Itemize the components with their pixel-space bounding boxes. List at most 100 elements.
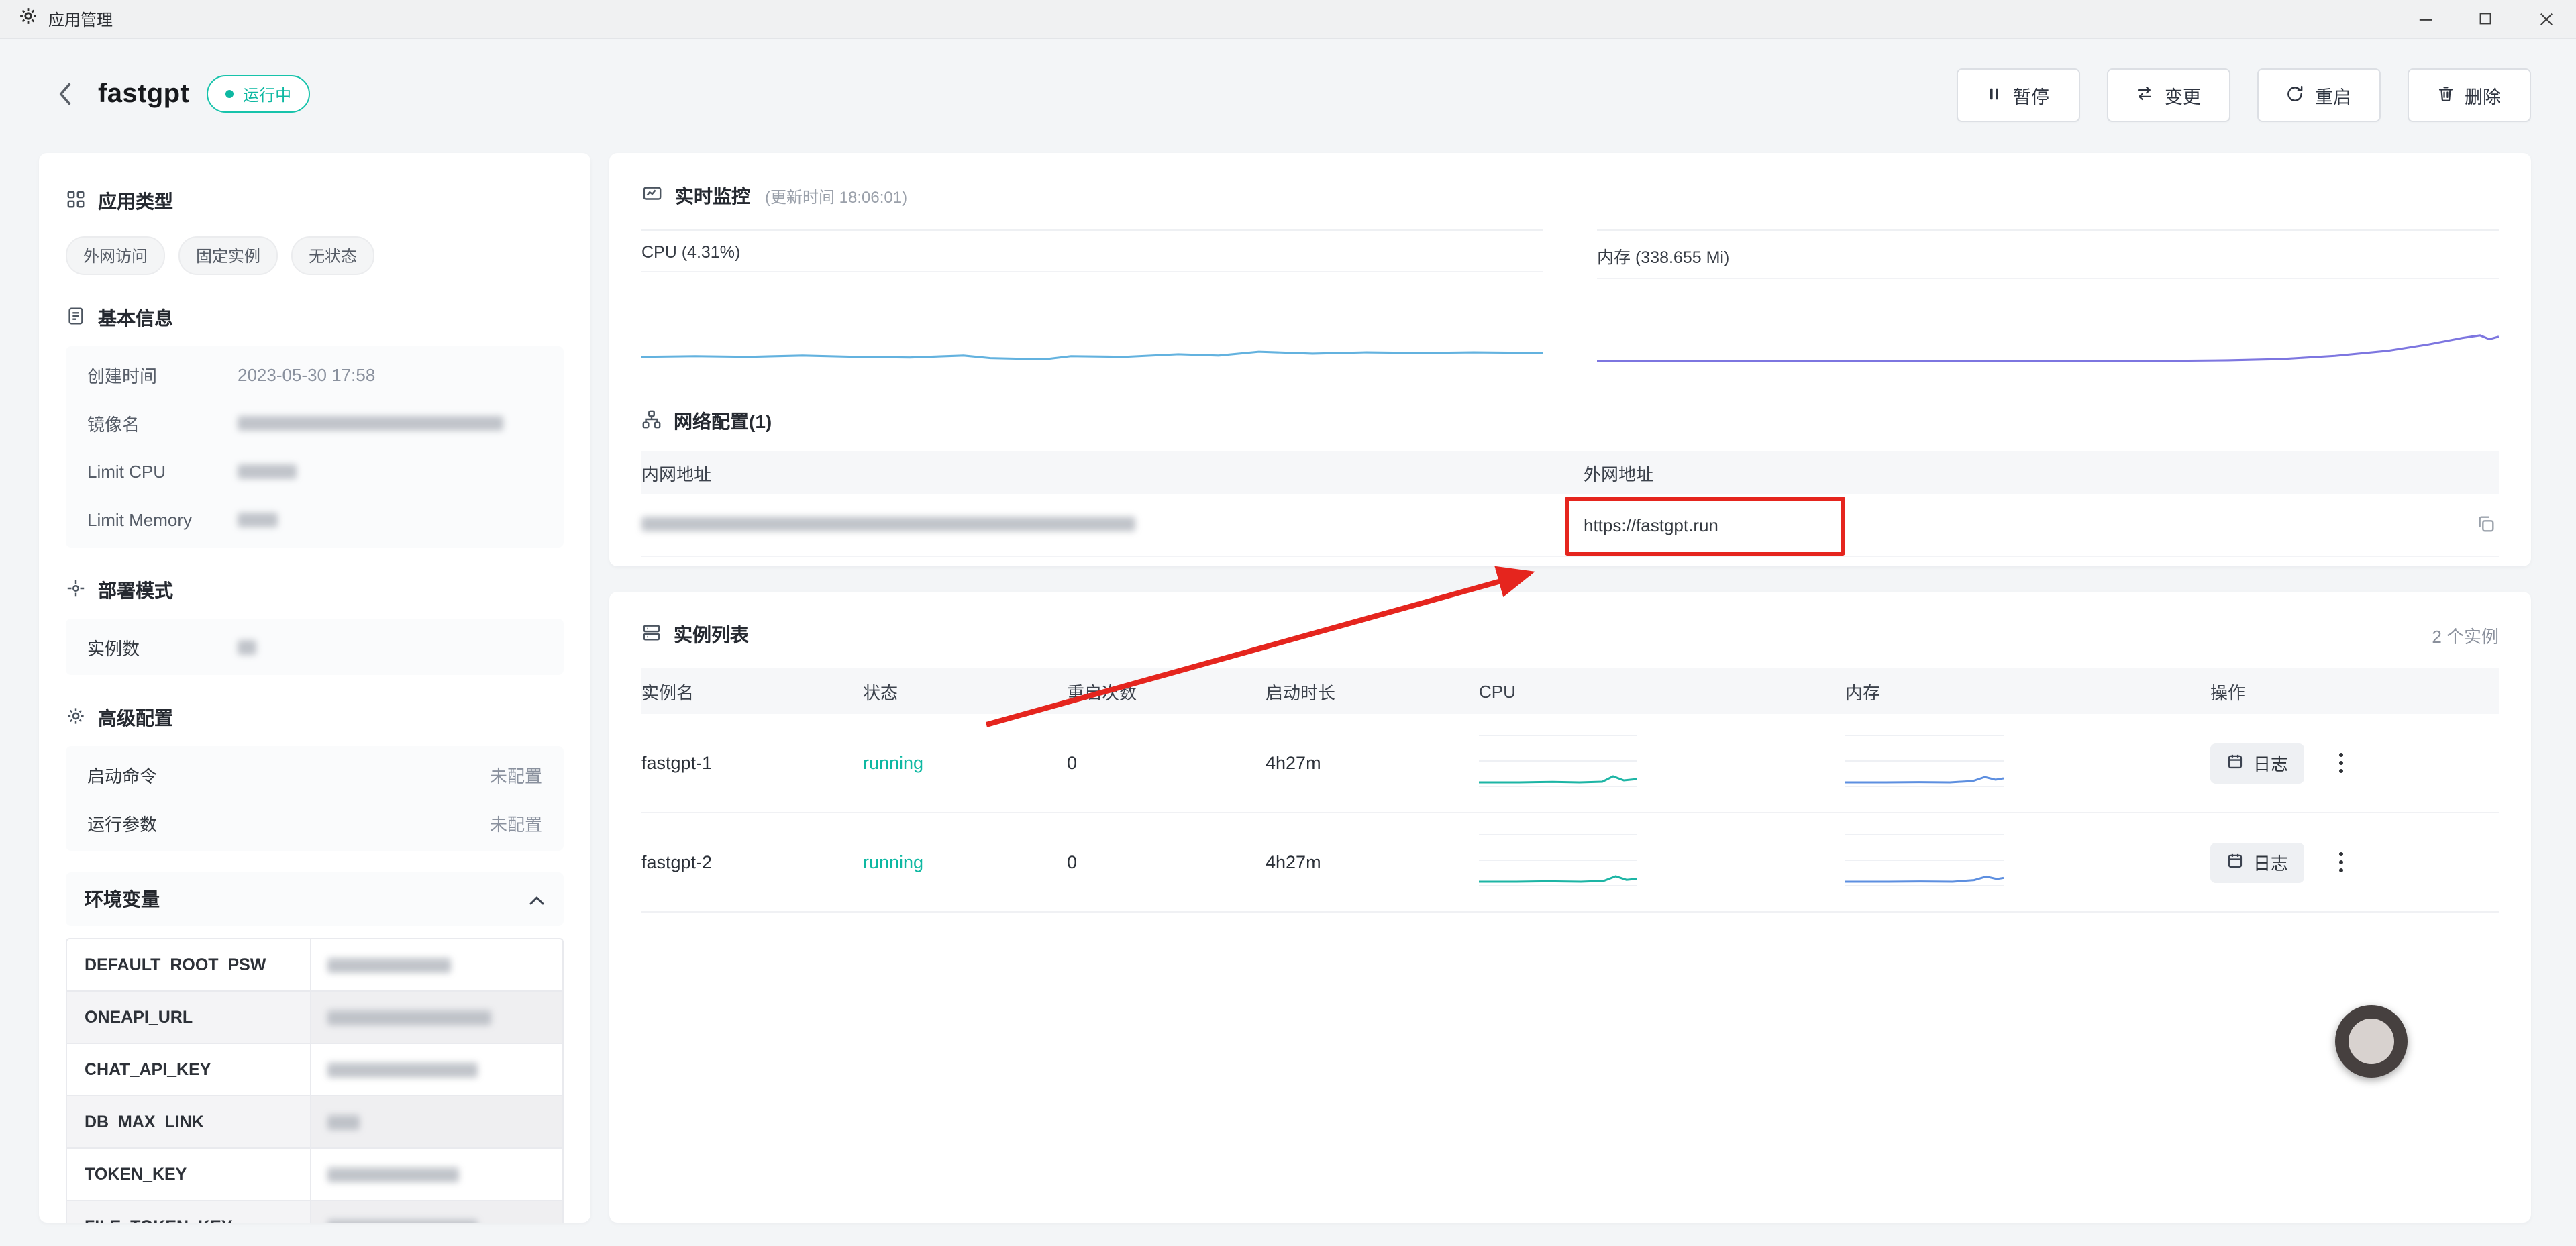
instances-table: 实例名 状态 重启次数 启动时长 CPU 内存 操作 fastgpt-1 run… [641,668,2499,913]
minimize-button[interactable] [2395,0,2455,38]
copy-icon[interactable] [2476,514,2496,538]
env-row: DB_MAX_LINK [67,1096,562,1149]
tag-stateless: 无状态 [291,236,374,275]
back-button[interactable] [48,74,81,114]
col-uptime: 启动时长 [1266,678,1479,704]
instance-restarts: 0 [1067,753,1266,773]
internal-address-redacted [641,516,1135,531]
env-value-redacted [327,1010,491,1025]
cpu-chart [641,271,1543,380]
status-badge-label: 运行中 [243,83,291,105]
instance-count: 2 个实例 [2432,622,2499,647]
page-header: fastgpt 运行中 [48,67,310,121]
env-vars-header[interactable]: 环境变量 [66,872,564,926]
restart-button-label: 重启 [2315,82,2351,109]
delete-button-label: 删除 [2465,82,2501,109]
instances-section-title: 实例列表 [641,621,749,648]
log-icon [2226,752,2244,774]
col-status: 状态 [863,678,1067,704]
crosshair-icon [66,578,86,603]
env-value-redacted [327,1167,459,1182]
memory-chart [1597,278,2499,386]
info-row-limit-cpu: Limit CPU [66,447,564,495]
more-actions-menu[interactable] [2334,847,2349,877]
more-actions-menu[interactable] [2334,747,2349,778]
update-time: (更新时间 18:06:01) [765,185,907,207]
create-time-value: 2023-05-30 17:58 [238,364,375,384]
pause-button[interactable]: 暂停 [1956,68,2079,122]
instances-panel: 实例列表 2 个实例 实例名 状态 重启次数 启动时长 CPU 内存 操作 fa… [609,592,2531,1223]
env-value-redacted [327,1219,478,1223]
env-row: TOKEN_KEY [67,1149,562,1201]
log-button[interactable]: 日志 [2210,842,2304,882]
memory-chart-label: 内存 (338.655 Mi) [1597,243,2499,268]
env-vars-table: DEFAULT_ROOT_PSW ONEAPI_URL CHAT_API_KEY… [66,938,564,1223]
memory-chart-panel: 内存 (338.655 Mi) [1597,229,2499,386]
image-name-redacted-value [238,415,503,430]
header-actions: 暂停 变更 重启 删除 [1956,68,2530,122]
instance-row: fastgpt-1 running 0 4h27m [641,714,2499,813]
chevron-up-icon[interactable] [529,888,545,910]
env-row: DEFAULT_ROOT_PSW [67,939,562,992]
monitoring-panel: 实时监控 (更新时间 18:06:01) CPU (4.31%) 内存 (338… [609,153,2531,566]
restart-icon [2285,84,2304,107]
limit-memory-redacted-value [238,512,278,527]
instance-count-redacted-value [238,639,256,654]
env-row: FILE_TOKEN_KEY [67,1201,562,1223]
pause-icon [1986,85,2002,105]
status-dot-icon [225,90,234,98]
log-button-label: 日志 [2253,750,2288,776]
info-row-start-command: 启动命令 未配置 [66,750,564,798]
close-button[interactable] [2516,0,2576,38]
delete-icon [2436,84,2454,107]
network-section-title: 网络配置(1) [641,408,2499,435]
instance-memory-sparkline [1845,729,2004,793]
screen: 应用管理 fastgpt 运行中 暂停 [0,0,2576,1246]
grid-icon [66,189,86,213]
network-icon [641,409,662,433]
network-table-header: 内网地址 外网地址 [641,451,2499,494]
external-url[interactable]: https://fastgpt.run [1584,515,2499,535]
limit-cpu-redacted-value [238,464,297,478]
cpu-chart-panel: CPU (4.31%) [641,229,1543,386]
maximize-button[interactable] [2455,0,2516,38]
cursor-indicator [2335,1005,2408,1078]
env-value-redacted [327,957,451,972]
delete-button[interactable]: 删除 [2407,68,2530,122]
restart-button[interactable]: 重启 [2257,68,2380,122]
instances-table-header: 实例名 状态 重启次数 启动时长 CPU 内存 操作 [641,668,2499,714]
pause-button-label: 暂停 [2013,82,2049,109]
env-vars-title: 环境变量 [85,886,160,913]
instance-uptime: 4h27m [1266,852,1479,872]
log-button[interactable]: 日志 [2210,743,2304,783]
instance-cpu-sparkline [1479,729,1637,793]
instance-uptime: 4h27m [1266,753,1479,773]
env-row: CHAT_API_KEY [67,1044,562,1096]
monitor-icon [641,184,663,208]
status-badge: 运行中 [207,75,310,113]
document-icon [66,306,86,330]
app-type-section-title: 应用类型 [66,188,564,215]
change-button-label: 变更 [2165,82,2201,109]
change-icon [2135,85,2154,106]
deploy-mode-section-title: 部署模式 [66,577,564,604]
start-command-value: 未配置 [490,762,542,787]
change-button[interactable]: 变更 [2106,68,2230,122]
instance-status: running [863,852,1067,872]
basic-info-block: 创建时间 2023-05-30 17:58 镜像名 Limit CPU Limi… [66,346,564,548]
monitoring-section-title: 实时监控 (更新时间 18:06:01) [641,183,2499,209]
col-operations: 操作 [2210,678,2499,704]
instance-status: running [863,753,1067,773]
log-icon [2226,851,2244,873]
info-row-instance-count: 实例数 [66,623,564,671]
monitoring-charts: CPU (4.31%) 内存 (338.655 Mi) [641,229,2499,386]
env-row: ONEAPI_URL [67,992,562,1044]
env-value-redacted [327,1114,360,1129]
instance-memory-sparkline [1845,828,2004,892]
col-internal-address: 内网地址 [641,460,1584,485]
col-instance-name: 实例名 [641,678,863,704]
tag-external-access: 外网访问 [66,236,165,275]
col-cpu: CPU [1479,681,1845,701]
advanced-config-section-title: 高级配置 [66,705,564,731]
list-icon [641,623,662,647]
